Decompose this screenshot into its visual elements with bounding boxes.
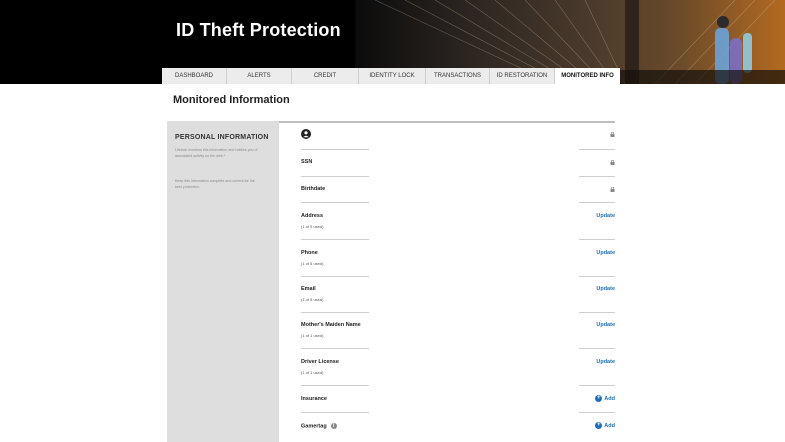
list-item-birthdate: Birthdate <box>301 186 616 204</box>
row-divider <box>301 412 369 413</box>
list-item-label: Mother's Maiden Name <box>301 322 361 328</box>
add-gamertag-button[interactable]: + Add <box>595 422 615 429</box>
lock-icon <box>610 132 615 137</box>
row-divider <box>301 348 369 349</box>
row-divider <box>579 348 615 349</box>
row-divider <box>579 385 615 386</box>
list-item-label: SSN <box>301 159 313 165</box>
row-divider <box>301 176 369 177</box>
sidebar-heading: PERSONAL INFORMATION <box>175 134 269 141</box>
update-maiden-name-button[interactable]: Update <box>596 322 615 328</box>
tab-monitored-info[interactable]: MONITORED INFO <box>555 68 620 84</box>
row-divider <box>301 312 369 313</box>
page-title: Monitored Information <box>173 94 290 106</box>
row-divider <box>579 149 615 150</box>
list-item-address: Address (1 of 5 used) Update <box>301 213 616 241</box>
row-divider <box>301 385 369 386</box>
row-divider <box>301 149 369 150</box>
sidebar-description: Lifelock monitors this information and n… <box>175 148 258 158</box>
tab-identity-lock[interactable]: IDENTITY LOCK <box>359 68 426 84</box>
sidebar-tip: Keep this information complete and curre… <box>175 179 255 189</box>
list-item-driver-license: Driver License (1 of 1 used) Update <box>301 359 616 387</box>
list-item-label: Address <box>301 213 324 219</box>
list-top-divider <box>279 121 615 123</box>
tab-transactions[interactable]: TRANSACTIONS <box>426 68 490 84</box>
tab-id-restoration[interactable]: ID RESTORATION <box>490 68 555 84</box>
row-divider <box>579 176 615 177</box>
row-divider <box>301 276 369 277</box>
main-tab-bar: DASHBOARD ALERTS CREDIT IDENTITY LOCK TR… <box>162 68 620 84</box>
list-item-label: Birthdate <box>301 186 326 192</box>
list-item-insurance: Insurance + Add <box>301 395 616 414</box>
plus-icon: + <box>595 422 603 429</box>
usage-count: (1 of 5 used) <box>301 261 324 266</box>
list-item-label: Phone <box>301 250 318 256</box>
tab-dashboard[interactable]: DASHBOARD <box>162 68 227 84</box>
list-item-label-wrap: Gamertag i <box>301 423 337 429</box>
row-divider <box>579 276 615 277</box>
person-icon <box>301 129 311 139</box>
update-address-button[interactable]: Update <box>596 213 615 219</box>
add-insurance-button[interactable]: + Add <box>595 395 615 402</box>
row-divider <box>579 412 615 413</box>
update-driver-license-button[interactable]: Update <box>596 359 615 365</box>
list-item-email: Email (1 of 5 used) Update <box>301 286 616 314</box>
list-item-ssn: SSN <box>301 159 616 177</box>
info-icon[interactable]: i <box>330 423 337 429</box>
usage-count: (1 of 5 used) <box>301 297 324 302</box>
row-divider <box>579 312 615 313</box>
update-email-button[interactable]: Update <box>596 286 615 292</box>
row-divider <box>301 202 369 203</box>
app-title: ID Theft Protection <box>176 20 341 40</box>
list-item-label: Insurance <box>301 396 327 402</box>
list-item-mothers-maiden-name: Mother's Maiden Name (1 of 1 used) Updat… <box>301 322 616 350</box>
list-item-label: Gamertag <box>301 423 327 430</box>
list-item-phone: Phone (1 of 5 used) Update <box>301 250 616 278</box>
tab-alerts[interactable]: ALERTS <box>227 68 292 84</box>
add-label: Add <box>604 422 615 429</box>
update-phone-button[interactable]: Update <box>596 250 615 256</box>
usage-count: (1 of 1 used) <box>301 370 324 375</box>
usage-count: (1 of 5 used) <box>301 224 324 229</box>
lock-icon <box>610 187 615 192</box>
list-item-label: Email <box>301 286 316 292</box>
add-label: Add <box>604 395 615 402</box>
row-divider <box>579 239 615 240</box>
plus-icon: + <box>595 395 603 402</box>
list-item-label: Driver License <box>301 359 339 365</box>
row-divider <box>579 202 615 203</box>
lock-icon <box>610 160 615 165</box>
list-item-gamertag: Gamertag i + Add <box>301 422 616 437</box>
tab-credit[interactable]: CREDIT <box>292 68 359 84</box>
list-item-name <box>301 129 616 150</box>
row-divider <box>301 239 369 240</box>
usage-count: (1 of 1 used) <box>301 333 324 338</box>
personal-info-sidebar: PERSONAL INFORMATION Lifelock monitors t… <box>167 121 279 442</box>
